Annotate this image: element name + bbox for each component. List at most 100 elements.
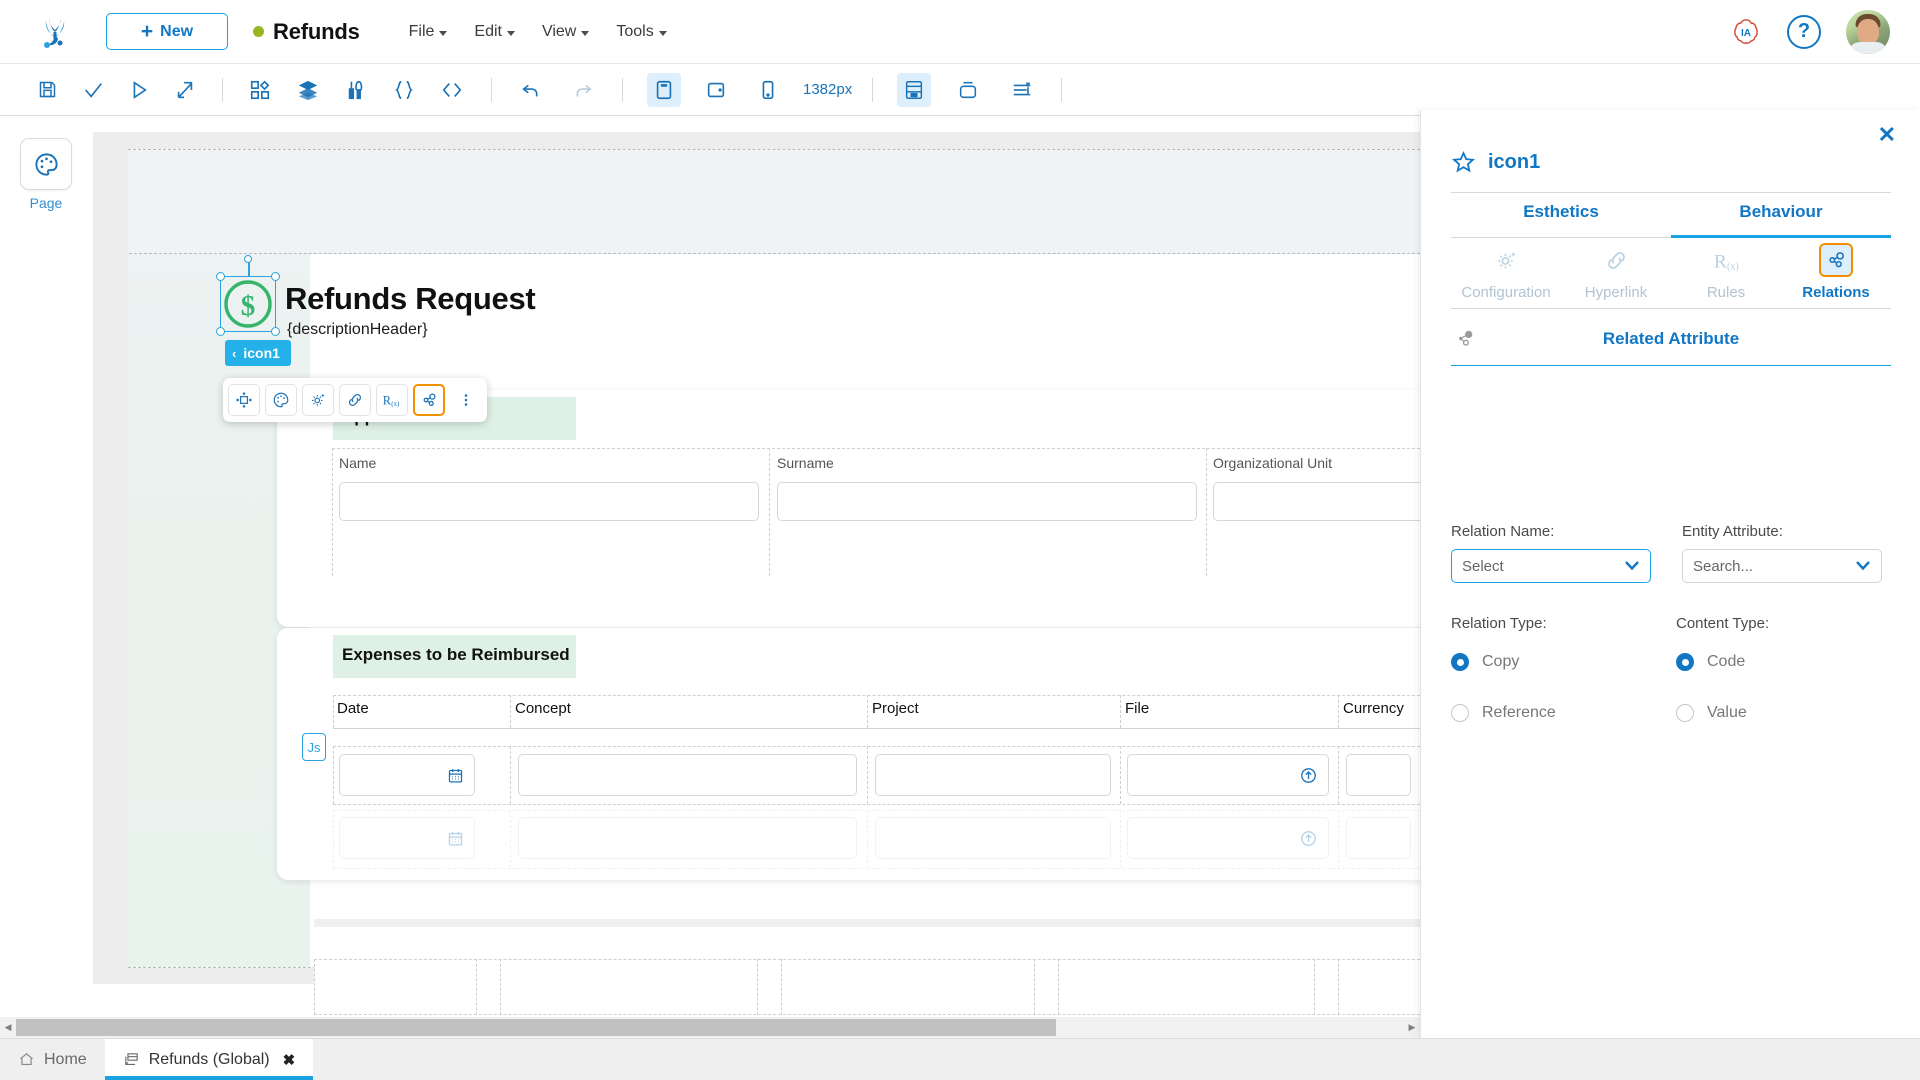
frog-logo-icon[interactable]	[34, 11, 76, 53]
rules-rx-icon[interactable]: R (x)	[376, 384, 408, 416]
design-canvas[interactable]: $ Refunds Request {descriptionHeader} ‹ …	[92, 116, 1420, 1020]
layers-stack-icon[interactable]	[291, 73, 325, 107]
container-icon[interactable]	[951, 73, 985, 107]
configuration-gear-sparkle-icon[interactable]	[302, 384, 334, 416]
resize-handle-tl[interactable]	[216, 272, 225, 281]
organizational-unit-input[interactable]	[1213, 482, 1420, 521]
subtab-rules[interactable]: R (x) Rules	[1671, 243, 1781, 310]
project-input-row1[interactable]	[875, 754, 1111, 796]
tab-esthetics[interactable]: Esthetics	[1451, 202, 1671, 238]
concept-input-row2[interactable]	[518, 817, 857, 859]
move-resize-icon[interactable]	[228, 384, 260, 416]
rotate-handle[interactable]	[244, 255, 252, 263]
braces-icon[interactable]	[387, 73, 421, 107]
selection-name-tag[interactable]: ‹ icon1	[225, 340, 291, 366]
resize-handle-br[interactable]	[271, 327, 280, 336]
tablet-preview-icon[interactable]	[699, 73, 733, 107]
surname-input[interactable]	[777, 482, 1197, 521]
new-button[interactable]: + New	[106, 13, 228, 50]
scroll-left-arrow[interactable]: ◀	[0, 1017, 16, 1038]
menu-edit[interactable]: Edit	[474, 23, 515, 41]
relation-name-select[interactable]: Select	[1451, 549, 1651, 583]
header-dollar-icon-widget[interactable]: $	[216, 255, 280, 336]
field-label-name: Name	[339, 455, 377, 471]
subtab-relations[interactable]: Relations	[1781, 243, 1891, 310]
scroll-right-arrow[interactable]: ▶	[1404, 1017, 1420, 1038]
menu-file-label: File	[408, 22, 435, 40]
grid-divider	[500, 959, 501, 1015]
components-grid-icon[interactable]	[243, 73, 277, 107]
deploy-export-icon[interactable]	[168, 73, 202, 107]
scrollbar-track[interactable]	[16, 1017, 1404, 1038]
row-divider	[333, 804, 1420, 805]
column-header-date: Date	[337, 700, 369, 717]
grid-divider	[314, 959, 315, 1015]
project-indicator[interactable]: Refunds	[253, 19, 360, 45]
tab-behaviour[interactable]: Behaviour	[1671, 202, 1891, 238]
save-icon[interactable]	[30, 73, 64, 107]
close-icon[interactable]: ✕	[1878, 124, 1896, 146]
footer-grid[interactable]	[314, 959, 1420, 1015]
tools-pen-icon[interactable]	[339, 73, 373, 107]
entity-attribute-select[interactable]: Search...	[1682, 549, 1882, 583]
expenses-card[interactable]: Expenses to be Reimbursed Date Concept P…	[277, 628, 1420, 880]
name-input[interactable]	[339, 482, 759, 521]
resize-handle-tr[interactable]	[271, 272, 280, 281]
undo-icon[interactable]	[514, 73, 548, 107]
expenses-title: Expenses to be Reimbursed	[333, 635, 576, 678]
chevron-down-icon	[439, 30, 448, 36]
relation-type-reference-label: Reference	[1482, 704, 1556, 721]
close-icon[interactable]: ✖	[283, 1051, 296, 1069]
resize-handle-bl[interactable]	[216, 327, 225, 336]
code-tags-icon[interactable]	[435, 73, 469, 107]
mobile-preview-icon[interactable]	[751, 73, 785, 107]
toolbar-divider	[622, 77, 623, 102]
relation-type-option-reference[interactable]: Reference	[1451, 704, 1556, 722]
application-window: + New Refunds File Edit View Tools IA ? …	[0, 0, 1920, 1080]
desktop-preview-icon[interactable]	[647, 72, 681, 107]
menu-file[interactable]: File	[409, 23, 448, 41]
currency-input-row2[interactable]	[1346, 817, 1411, 859]
file-upload-row2[interactable]	[1127, 817, 1329, 859]
validate-check-icon[interactable]	[76, 73, 110, 107]
widget-context-toolbar: R (x)	[223, 378, 487, 422]
relation-type-label: Relation Type:	[1451, 615, 1547, 632]
date-input-row2[interactable]	[339, 817, 475, 859]
project-input-row2[interactable]	[875, 817, 1111, 859]
grid-divider	[476, 959, 477, 1015]
menu-tools[interactable]: Tools	[616, 23, 667, 41]
page-palette-button[interactable]	[20, 138, 72, 190]
more-vertical-icon[interactable]	[450, 384, 482, 416]
content-type-label: Content Type:	[1676, 615, 1770, 632]
menu-view[interactable]: View	[542, 23, 590, 41]
content-type-option-value[interactable]: Value	[1676, 704, 1747, 722]
run-play-icon[interactable]	[122, 73, 156, 107]
file-upload-row1[interactable]	[1127, 754, 1329, 796]
help-icon[interactable]: ?	[1787, 14, 1821, 49]
align-distribute-icon[interactable]	[1005, 73, 1039, 107]
redo-icon[interactable]	[566, 73, 600, 107]
horizontal-scrollbar[interactable]: ◀ ▶	[0, 1017, 1420, 1038]
bottom-tab-refunds-global[interactable]: Refunds (Global) ✖	[104, 1039, 314, 1080]
panel-layout-icon[interactable]	[897, 72, 932, 107]
applicant-details-card[interactable]: Applicant Details Name Surname Organizat…	[277, 390, 1420, 627]
content-type-option-code[interactable]: Code	[1676, 653, 1745, 671]
ia-assistant-icon[interactable]: IA	[1730, 16, 1762, 48]
hyperlink-chain-icon[interactable]	[339, 384, 371, 416]
js-tag[interactable]: Js	[302, 733, 326, 761]
bottom-tab-home[interactable]: Home	[0, 1039, 105, 1080]
panel-divider	[1451, 192, 1891, 193]
relation-type-option-copy[interactable]: Copy	[1451, 653, 1519, 671]
scrollbar-thumb[interactable]	[16, 1019, 1056, 1036]
zoom-width-value[interactable]: 1382px	[799, 81, 856, 98]
concept-input-row1[interactable]	[518, 754, 857, 796]
avatar[interactable]	[1846, 9, 1890, 54]
radio-icon	[1451, 704, 1469, 722]
date-input-row1[interactable]	[339, 754, 475, 796]
relations-icon[interactable]	[413, 384, 445, 416]
subtab-configuration[interactable]: Configuration	[1451, 243, 1561, 310]
menu-bar: File Edit View Tools	[409, 23, 667, 41]
palette-icon[interactable]	[265, 384, 297, 416]
subtab-hyperlink[interactable]: Hyperlink	[1561, 243, 1671, 310]
currency-input-row1[interactable]	[1346, 754, 1411, 796]
